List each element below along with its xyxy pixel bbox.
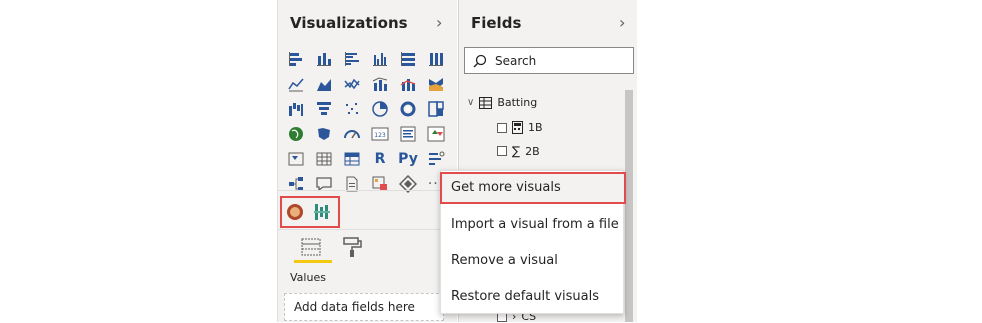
decomposition-tree-icon[interactable] [284, 172, 308, 196]
python-visual-icon[interactable]: Py [396, 147, 420, 171]
stacked-area-chart-icon[interactable] [340, 72, 364, 96]
card-icon[interactable]: 123 [368, 122, 392, 146]
area-chart-icon[interactable] [312, 72, 336, 96]
paginated-report-icon[interactable] [368, 172, 392, 196]
visualizations-title: Visualizations [290, 14, 408, 32]
qa-icon[interactable] [312, 172, 336, 196]
field-label: 1B [528, 121, 543, 134]
smart-narrative-icon[interactable] [340, 172, 364, 196]
kpi-icon[interactable] [424, 122, 448, 146]
table-icon[interactable] [312, 147, 336, 171]
field-checkbox[interactable] [497, 146, 507, 156]
search-icon [473, 54, 487, 68]
divider [278, 190, 458, 191]
restore-default-visuals-menu-item[interactable]: Restore default visuals [441, 281, 625, 313]
import-visual-menu-item[interactable]: Import a visual from a file [441, 209, 625, 241]
100-stacked-bar-chart-icon[interactable] [396, 47, 420, 71]
treemap-icon[interactable] [424, 97, 448, 121]
field-item[interactable]: 1B [497, 121, 543, 134]
context-menu: Get more visuals Import a visual from a … [440, 170, 626, 314]
map-icon[interactable] [284, 122, 308, 146]
field-item[interactable]: ∑ 2B [497, 144, 540, 158]
calculator-icon [512, 121, 523, 134]
line-clustered-column-icon[interactable] [368, 72, 392, 96]
search-box[interactable] [464, 47, 634, 74]
custom-visual-icon[interactable] [286, 203, 304, 221]
table-label: Batting [497, 96, 538, 109]
clustered-bar-chart-icon[interactable] [340, 47, 364, 71]
values-label: Values [290, 271, 326, 284]
filled-map-icon[interactable] [312, 122, 336, 146]
chevron-down-icon[interactable]: ∨ [467, 97, 474, 108]
collapse-fields-icon[interactable]: › [619, 13, 625, 32]
r-visual-icon[interactable]: R [368, 147, 392, 171]
remove-visual-menu-item[interactable]: Remove a visual [441, 245, 625, 277]
100-stacked-column-chart-icon[interactable] [424, 47, 448, 71]
slicer-icon[interactable] [284, 147, 308, 171]
scatter-chart-icon[interactable] [340, 97, 364, 121]
visualizations-pane: Visualizations › 123 R Py ··· Values Add… [277, 0, 458, 322]
sigma-icon: ∑ [512, 144, 521, 158]
funnel-icon[interactable] [312, 97, 336, 121]
multi-row-card-icon[interactable] [396, 122, 420, 146]
collapse-visualizations-icon[interactable]: › [436, 13, 442, 32]
donut-chart-icon[interactable] [396, 97, 420, 121]
power-apps-icon[interactable] [396, 172, 420, 196]
get-more-visuals-menu-item[interactable]: Get more visuals [440, 172, 626, 204]
table-icon [479, 96, 493, 109]
active-tab-indicator [294, 260, 332, 263]
visual-gallery: 123 R Py ··· [284, 47, 454, 196]
add-data-fields-dropzone[interactable]: Add data fields here [284, 293, 444, 321]
search-input[interactable] [493, 52, 627, 69]
clustered-column-chart-icon[interactable] [368, 47, 392, 71]
divider [278, 229, 458, 230]
ribbon-chart-icon[interactable] [424, 72, 448, 96]
matrix-icon[interactable] [340, 147, 364, 171]
line-chart-icon[interactable] [284, 72, 308, 96]
gauge-icon[interactable] [340, 122, 364, 146]
line-stacked-column-icon[interactable] [396, 72, 420, 96]
custom-visuals-highlight [280, 196, 340, 228]
key-influencers-icon[interactable] [424, 147, 448, 171]
stacked-column-chart-icon[interactable] [312, 47, 336, 71]
custom-visual-icon[interactable] [312, 202, 332, 222]
build-visual-fields-icon[interactable] [298, 235, 324, 259]
field-checkbox[interactable] [497, 122, 507, 133]
stacked-bar-chart-icon[interactable] [284, 47, 308, 71]
scrollbar[interactable] [625, 90, 633, 322]
fields-title: Fields [471, 14, 522, 32]
waterfall-chart-icon[interactable] [284, 97, 308, 121]
pie-chart-icon[interactable] [368, 97, 392, 121]
format-paint-roller-icon[interactable] [341, 235, 363, 259]
field-label: 2B [525, 144, 540, 158]
table-node-batting[interactable]: ∨ Batting [467, 96, 537, 109]
card-icon-text: 123 [374, 132, 386, 139]
